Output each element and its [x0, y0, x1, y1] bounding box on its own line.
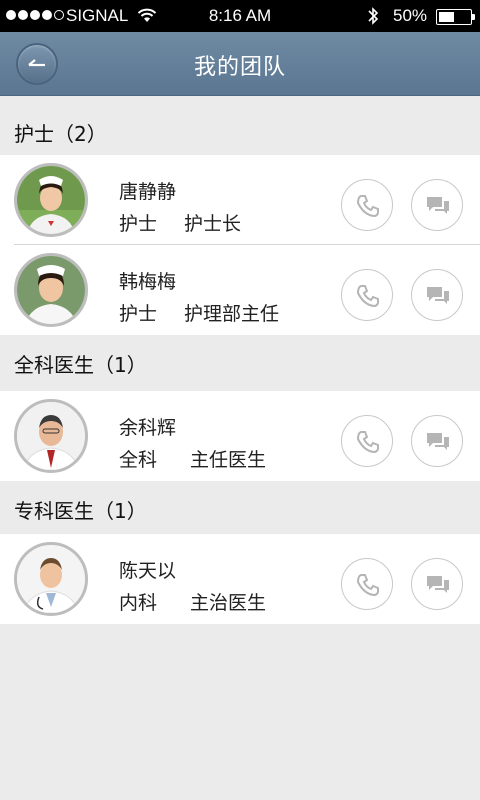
bluetooth-icon	[368, 7, 379, 25]
battery-icon	[436, 9, 475, 25]
member-title: 主任医生	[190, 449, 267, 471]
section-header-specialists: 专科医生（1）	[0, 481, 480, 539]
member-department: 护士	[119, 303, 158, 325]
call-button[interactable]	[341, 415, 393, 467]
team-member-row[interactable]: 唐静静 护士 护士长	[0, 155, 480, 245]
section-header-nurses: 护士（2）	[0, 104, 480, 162]
avatar	[14, 253, 88, 327]
avatar	[14, 399, 88, 473]
avatar	[14, 163, 88, 237]
page-title: 我的团队	[193, 55, 286, 80]
phone-icon	[356, 574, 379, 597]
call-button[interactable]	[341, 269, 393, 321]
phone-icon	[356, 285, 379, 308]
member-name: 唐静静	[119, 181, 177, 203]
member-name: 韩梅梅	[119, 271, 177, 293]
team-member-row[interactable]: 陈天以 内科 主治医生	[0, 534, 480, 624]
member-name: 陈天以	[119, 560, 177, 582]
call-button[interactable]	[341, 558, 393, 610]
chat-bubble-icon	[427, 576, 449, 593]
chat-bubble-icon	[427, 287, 449, 304]
chat-bubble-icon	[427, 433, 449, 450]
call-button[interactable]	[341, 179, 393, 231]
status-bar: SIGNAL 8:16 AM 50%	[0, 0, 480, 32]
phone-icon	[356, 431, 379, 454]
member-title: 护士长	[184, 213, 242, 235]
avatar	[14, 542, 88, 616]
member-department: 全科	[119, 449, 158, 471]
member-department: 内科	[119, 592, 158, 614]
navigation-bar: 我的团队	[0, 32, 480, 96]
member-title: 护理部主任	[184, 303, 280, 325]
section-header-general-doctors: 全科医生（1）	[0, 335, 480, 393]
message-button[interactable]	[411, 558, 463, 610]
battery-percent: 50%	[393, 6, 428, 25]
chat-bubble-icon	[427, 197, 449, 214]
message-button[interactable]	[411, 269, 463, 321]
member-title: 主治医生	[190, 592, 267, 614]
team-member-row[interactable]: 余科辉 全科 主任医生	[0, 391, 480, 481]
phone-icon	[356, 195, 379, 218]
member-name: 余科辉	[119, 417, 177, 439]
team-member-row[interactable]: 韩梅梅 护士 护理部主任	[0, 245, 480, 335]
member-department: 护士	[119, 213, 158, 235]
message-button[interactable]	[411, 179, 463, 231]
message-button[interactable]	[411, 415, 463, 467]
